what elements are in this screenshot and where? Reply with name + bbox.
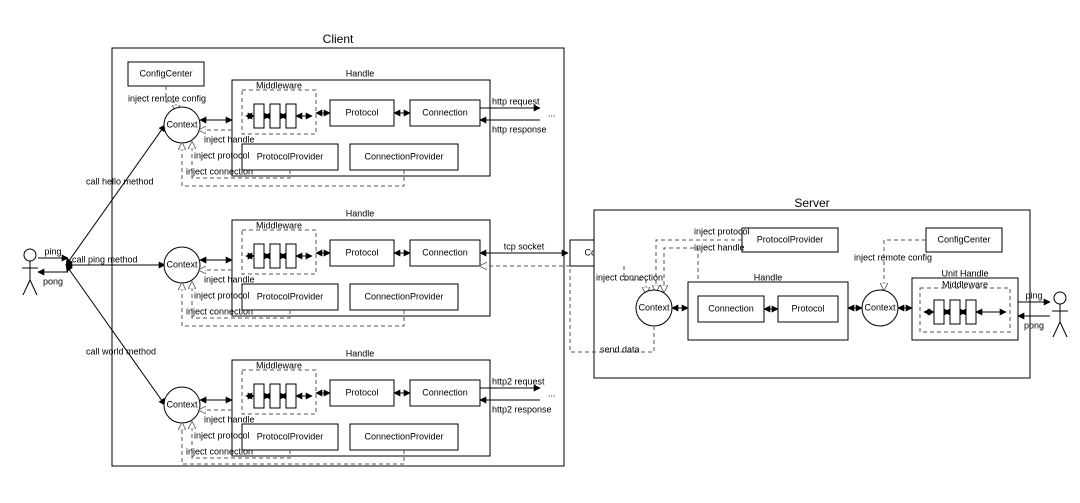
server-unit-handle-title: Unit Handle <box>941 268 988 278</box>
server-inject-protocol-label: inject protocol <box>694 226 750 236</box>
connection-provider-0-label: ConnectionProvider <box>364 151 443 161</box>
protocol-0-label: Protocol <box>345 107 378 117</box>
server-handle-connection-label: Connection <box>708 303 754 313</box>
server-config-center-label: ConfigCenter <box>937 234 990 244</box>
middleware-1-label: Middleware <box>256 220 302 230</box>
connection-provider-1-label: ConnectionProvider <box>364 291 443 301</box>
middleware-2-label: Middleware <box>256 360 302 370</box>
tcp-socket-label: tcp socket <box>504 241 545 251</box>
server-send-data-label: send data <box>600 344 640 354</box>
server-unit-handle-middleware-label: Middleware <box>942 279 988 289</box>
protocol-provider-0-label: ProtocolProvider <box>257 151 324 161</box>
inject-protocol-1-label: inject protocol <box>194 290 250 300</box>
server-inject-connection-label: inject connection <box>596 272 663 282</box>
connection-1-label: Connection <box>422 247 468 257</box>
protocol-2-label: Protocol <box>345 387 378 397</box>
context-0-label: Context <box>166 119 198 129</box>
inject-handle-1-label: inject handle <box>204 274 255 284</box>
client-title: Client <box>323 32 354 46</box>
dots-2: ... <box>548 388 556 398</box>
server-inject-handle-label: inject handle <box>694 242 745 252</box>
connection-2-label: Connection <box>422 387 468 397</box>
server-ping-label: ping <box>1025 290 1042 300</box>
inject-connection-1-label: inject connection <box>186 306 253 316</box>
inject-handle-2-label: inject handle <box>204 414 255 424</box>
inject-remote-config-label: inject remote config <box>128 93 206 103</box>
context-1-label: Context <box>166 259 198 269</box>
call-ping-label: call ping method <box>72 254 138 264</box>
handle-title-0: Handle <box>346 68 375 78</box>
protocol-1-label: Protocol <box>345 247 378 257</box>
http2-response-label: http2 response <box>492 404 552 414</box>
http2-request-label: http2 request <box>492 376 545 386</box>
inject-protocol-0-label: inject protocol <box>194 150 250 160</box>
call-world-label: call world method <box>86 346 156 356</box>
actor-left <box>22 249 38 295</box>
actor-left-pong-label: pong <box>43 276 63 286</box>
server-protocol-provider-label: ProtocolProvider <box>757 234 824 244</box>
server-handle-title: Handle <box>754 272 783 282</box>
dots-0: ... <box>548 108 556 118</box>
connection-0-label: Connection <box>422 107 468 117</box>
protocol-provider-1-label: ProtocolProvider <box>257 291 324 301</box>
call-hello-label: call hello method <box>86 176 154 186</box>
http-response-0-label: http response <box>492 124 547 134</box>
server-context-right-label: Context <box>864 302 896 312</box>
inject-protocol-2-label: inject protocol <box>194 430 250 440</box>
server-context-left-label: Context <box>638 302 670 312</box>
handle-title-2: Handle <box>346 348 375 358</box>
handle-title-1: Handle <box>346 208 375 218</box>
context-2-label: Context <box>166 399 198 409</box>
inject-handle-0-label: inject handle <box>204 134 255 144</box>
server-title: Server <box>794 196 829 210</box>
actor-left-ping-label: ping <box>44 246 61 256</box>
inject-connection-0-label: inject connection <box>186 166 253 176</box>
actor-right <box>1052 292 1068 337</box>
inject-connection-2-label: inject connection <box>186 446 253 456</box>
server-pong-label: pong <box>1024 320 1044 330</box>
http-request-0-label: http request <box>492 96 540 106</box>
server-inject-remote-config-label: inject remote config <box>854 252 932 262</box>
client-config-center-label: ConfigCenter <box>139 68 192 78</box>
server-handle-protocol-label: Protocol <box>791 303 824 313</box>
connection-provider-2-label: ConnectionProvider <box>364 431 443 441</box>
middleware-0-label: Middleware <box>256 80 302 90</box>
protocol-provider-2-label: ProtocolProvider <box>257 431 324 441</box>
